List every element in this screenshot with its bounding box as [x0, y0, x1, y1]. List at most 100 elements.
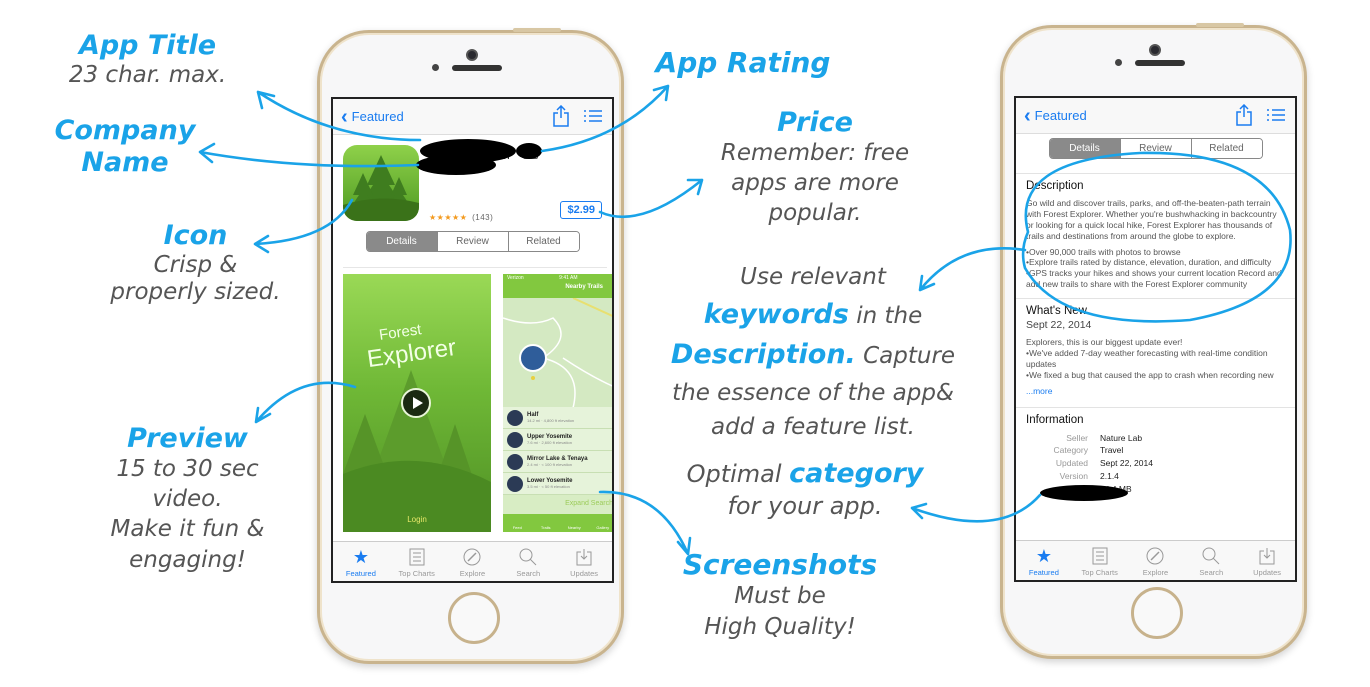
trail-thumbnail [507, 431, 523, 448]
annotation-heading: App Title [78, 30, 217, 61]
tab-explore[interactable]: Explore [1128, 541, 1184, 580]
annotation-text: Capture [863, 343, 956, 369]
tab-related[interactable]: Related [1190, 139, 1262, 158]
tab-featured[interactable]: ★ Featured [1016, 541, 1072, 580]
tab-updates[interactable]: Updates [556, 542, 612, 581]
power-button [1196, 23, 1244, 27]
segmented-control: Details Review Related [365, 231, 580, 252]
annotation-heading: Preview [127, 423, 248, 454]
phone-store-page: ‹ Featured Forest Explorer 4+ Nature Lab… [317, 28, 624, 664]
app-header: Forest Explorer 4+ Nature Lab ★★★★★ (143… [333, 135, 612, 222]
trail-details: 14.2 mi · 4,800 ft elevation [527, 418, 575, 423]
info-key: Category [1053, 445, 1089, 456]
screen: ‹ Featured Details Review Related Descri… [1014, 96, 1297, 582]
back-label: Featured [351, 109, 404, 124]
list-item[interactable]: Lower Yosemite 3.5 mi · < 50 ft elevation [503, 473, 612, 495]
more-link[interactable]: ...more [1026, 386, 1052, 396]
media-gallery[interactable]: Forest Explorer Login Verizon 9:41 AM Ne… [343, 267, 612, 532]
info-value: Sept 22, 2014 [1100, 458, 1153, 469]
annotation-highlight: category [789, 458, 924, 489]
top-charts-icon [407, 547, 427, 567]
tab-details[interactable]: Details [366, 232, 437, 251]
info-value: 14.4 MB [1100, 484, 1132, 495]
back-button[interactable]: ‹ Featured [1024, 106, 1087, 126]
list-item[interactable]: Half 14.2 mi · 4,800 ft elevation [503, 407, 612, 429]
home-button[interactable] [1131, 587, 1183, 639]
tab-related[interactable]: Related [507, 232, 579, 251]
annotation-category: Optimal category for your app. [680, 456, 930, 522]
updates-icon [574, 547, 594, 567]
chevron-left-icon: ‹ [1024, 104, 1031, 127]
info-row-version: Version 2.1.4 [1026, 470, 1285, 483]
annotation-app-rating: App Rating [648, 46, 838, 79]
proximity-sensor [1115, 59, 1122, 66]
annotation-text: Optimal [686, 460, 782, 488]
play-icon[interactable] [401, 388, 431, 418]
map-view [503, 297, 612, 409]
screen: ‹ Featured Forest Explorer 4+ Nature Lab… [331, 97, 614, 583]
update-intro: Explorers, this is our biggest update ev… [1026, 337, 1183, 347]
tab-review[interactable]: Review [436, 232, 508, 251]
tab-featured[interactable]: ★ Featured [333, 542, 389, 581]
tab-label: Explore [459, 569, 486, 578]
tab-search[interactable]: Search [500, 542, 556, 581]
age-rating-badge: 4+ [523, 148, 539, 159]
back-button[interactable]: ‹ Featured [341, 107, 404, 127]
list-icon[interactable] [584, 109, 602, 123]
share-icon[interactable] [1235, 104, 1253, 126]
list-item[interactable]: Upper Yosemite 7.6 mi · 2,600 ft elevatio… [503, 429, 612, 451]
rating-count: (143) [472, 213, 494, 222]
preview-video[interactable]: Forest Explorer Login [343, 274, 491, 532]
tab-details[interactable]: Details [1049, 139, 1120, 158]
proximity-sensor [432, 64, 439, 71]
annotation-heading: Screenshots [682, 548, 878, 581]
login-label: Login [407, 515, 427, 524]
home-button[interactable] [448, 592, 500, 644]
tab-bar: ★ Featured Top Charts Explore Search Upd… [1016, 540, 1295, 580]
trail-list: Half 14.2 mi · 4,800 ft elevation Upper Y… [503, 407, 612, 495]
earpiece-speaker [1135, 60, 1185, 66]
company-name[interactable]: Nature Lab [429, 162, 478, 173]
section-heading: Information [1026, 413, 1084, 426]
list-icon[interactable] [1267, 108, 1285, 122]
list-item[interactable]: Mirror Lake & Tenaya 2.4 mi · < 100 ft el… [503, 451, 612, 473]
update-date: Sept 22, 2014 [1026, 319, 1092, 331]
share-icon[interactable] [552, 105, 570, 127]
annotation-text: High Quality! [704, 613, 856, 640]
feature-list: Over 90,000 trails with photos to browse… [1026, 247, 1285, 291]
annotation-text: 23 char. max. [68, 61, 227, 88]
search-icon [1201, 546, 1221, 566]
annotation-heading: Company Name [54, 115, 196, 178]
annotation-highlight: Description. [670, 339, 856, 370]
tab-explore[interactable]: Explore [445, 542, 501, 581]
price-button[interactable]: $2.99 [560, 201, 602, 219]
annotation-text: the essence of the app& [672, 379, 954, 406]
trail-details: 2.4 mi · < 100 ft elevation [527, 462, 573, 467]
tab-top-charts[interactable]: Top Charts [389, 542, 445, 581]
annotation-text: in the [856, 302, 923, 329]
tab-bar: ★ Featured Top Charts Explore Search Upd… [333, 541, 612, 581]
screenshot-tab: Feed [512, 525, 522, 530]
status-bar: Verizon 9:41 AM [503, 274, 612, 284]
tab-search[interactable]: Search [1183, 541, 1239, 580]
trail-details: 7.6 mi · 2,600 ft elevation [527, 440, 572, 445]
tab-top-charts[interactable]: Top Charts [1072, 541, 1128, 580]
back-label: Featured [1034, 108, 1087, 123]
tab-label: Top Charts [398, 569, 435, 578]
tab-review[interactable]: Review [1119, 139, 1191, 158]
star-rating: ★★★★★ (143) [429, 213, 493, 222]
tree-icon [343, 155, 419, 221]
tab-label: Search [1199, 568, 1224, 577]
whats-new-section: What's New Sept 22, 2014 Explorers, this… [1016, 299, 1295, 408]
compass-icon [1145, 546, 1165, 566]
annotation-text: Must be [734, 582, 826, 609]
tab-updates[interactable]: Updates [1239, 541, 1295, 580]
annotation-text: for your app. [727, 492, 883, 521]
info-row-category: Category Travel [1026, 444, 1285, 457]
tab-label: Search [516, 569, 541, 578]
screenshot-tab: Nearby [567, 525, 581, 530]
screenshot-nearby-trails[interactable]: Verizon 9:41 AM Nearby Trails Half 14.2 … [503, 274, 612, 532]
section-heading: Description [1026, 180, 1084, 192]
annotation-heading: App Rating [655, 46, 831, 79]
phone-details-page: ‹ Featured Details Review Related Descri… [1000, 23, 1307, 659]
